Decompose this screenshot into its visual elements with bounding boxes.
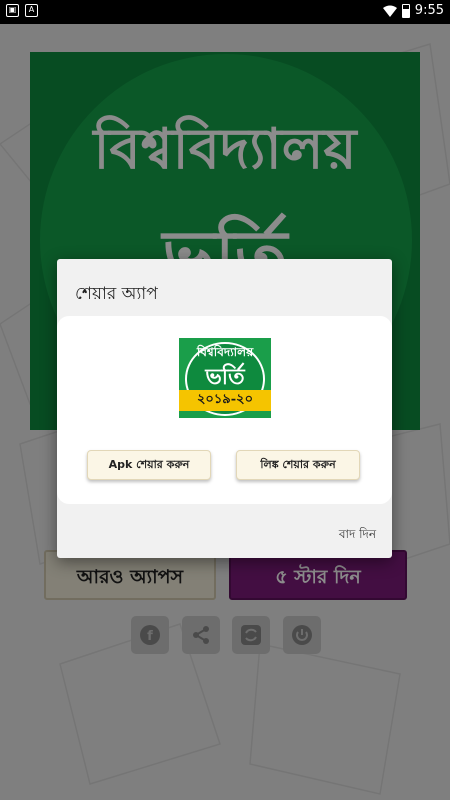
logo-line3: ২০১৯-২০ [179, 390, 271, 411]
dialog-title: শেয়ার অ্যাপ [75, 284, 158, 304]
status-time: 9:55 [414, 3, 444, 18]
battery-icon [401, 3, 410, 18]
status-left-icons: ▣ A [6, 4, 38, 17]
share-app-dialog: শেয়ার অ্যাপ বিশ্ববিদ্যালয় ভর্তি ২০১৯-২… [57, 259, 392, 558]
image-icon: ▣ [6, 4, 19, 17]
wifi-icon [382, 5, 397, 17]
status-bar: ▣ A 9:55 [0, 0, 450, 24]
a-icon: A [25, 4, 38, 17]
dialog-body: বিশ্ববিদ্যালয় ভর্তি ২০১৯-২০ Apk শেয়ার … [57, 316, 392, 504]
apk-share-button[interactable]: Apk শেয়ার করুন [87, 450, 211, 480]
status-right: 9:55 [382, 3, 444, 18]
link-share-button[interactable]: লিঙ্ক শেয়ার করুন [236, 450, 360, 480]
app-logo: বিশ্ববিদ্যালয় ভর্তি ২০১৯-২০ [179, 338, 271, 418]
dismiss-button[interactable]: বাদ দিন [339, 526, 376, 546]
